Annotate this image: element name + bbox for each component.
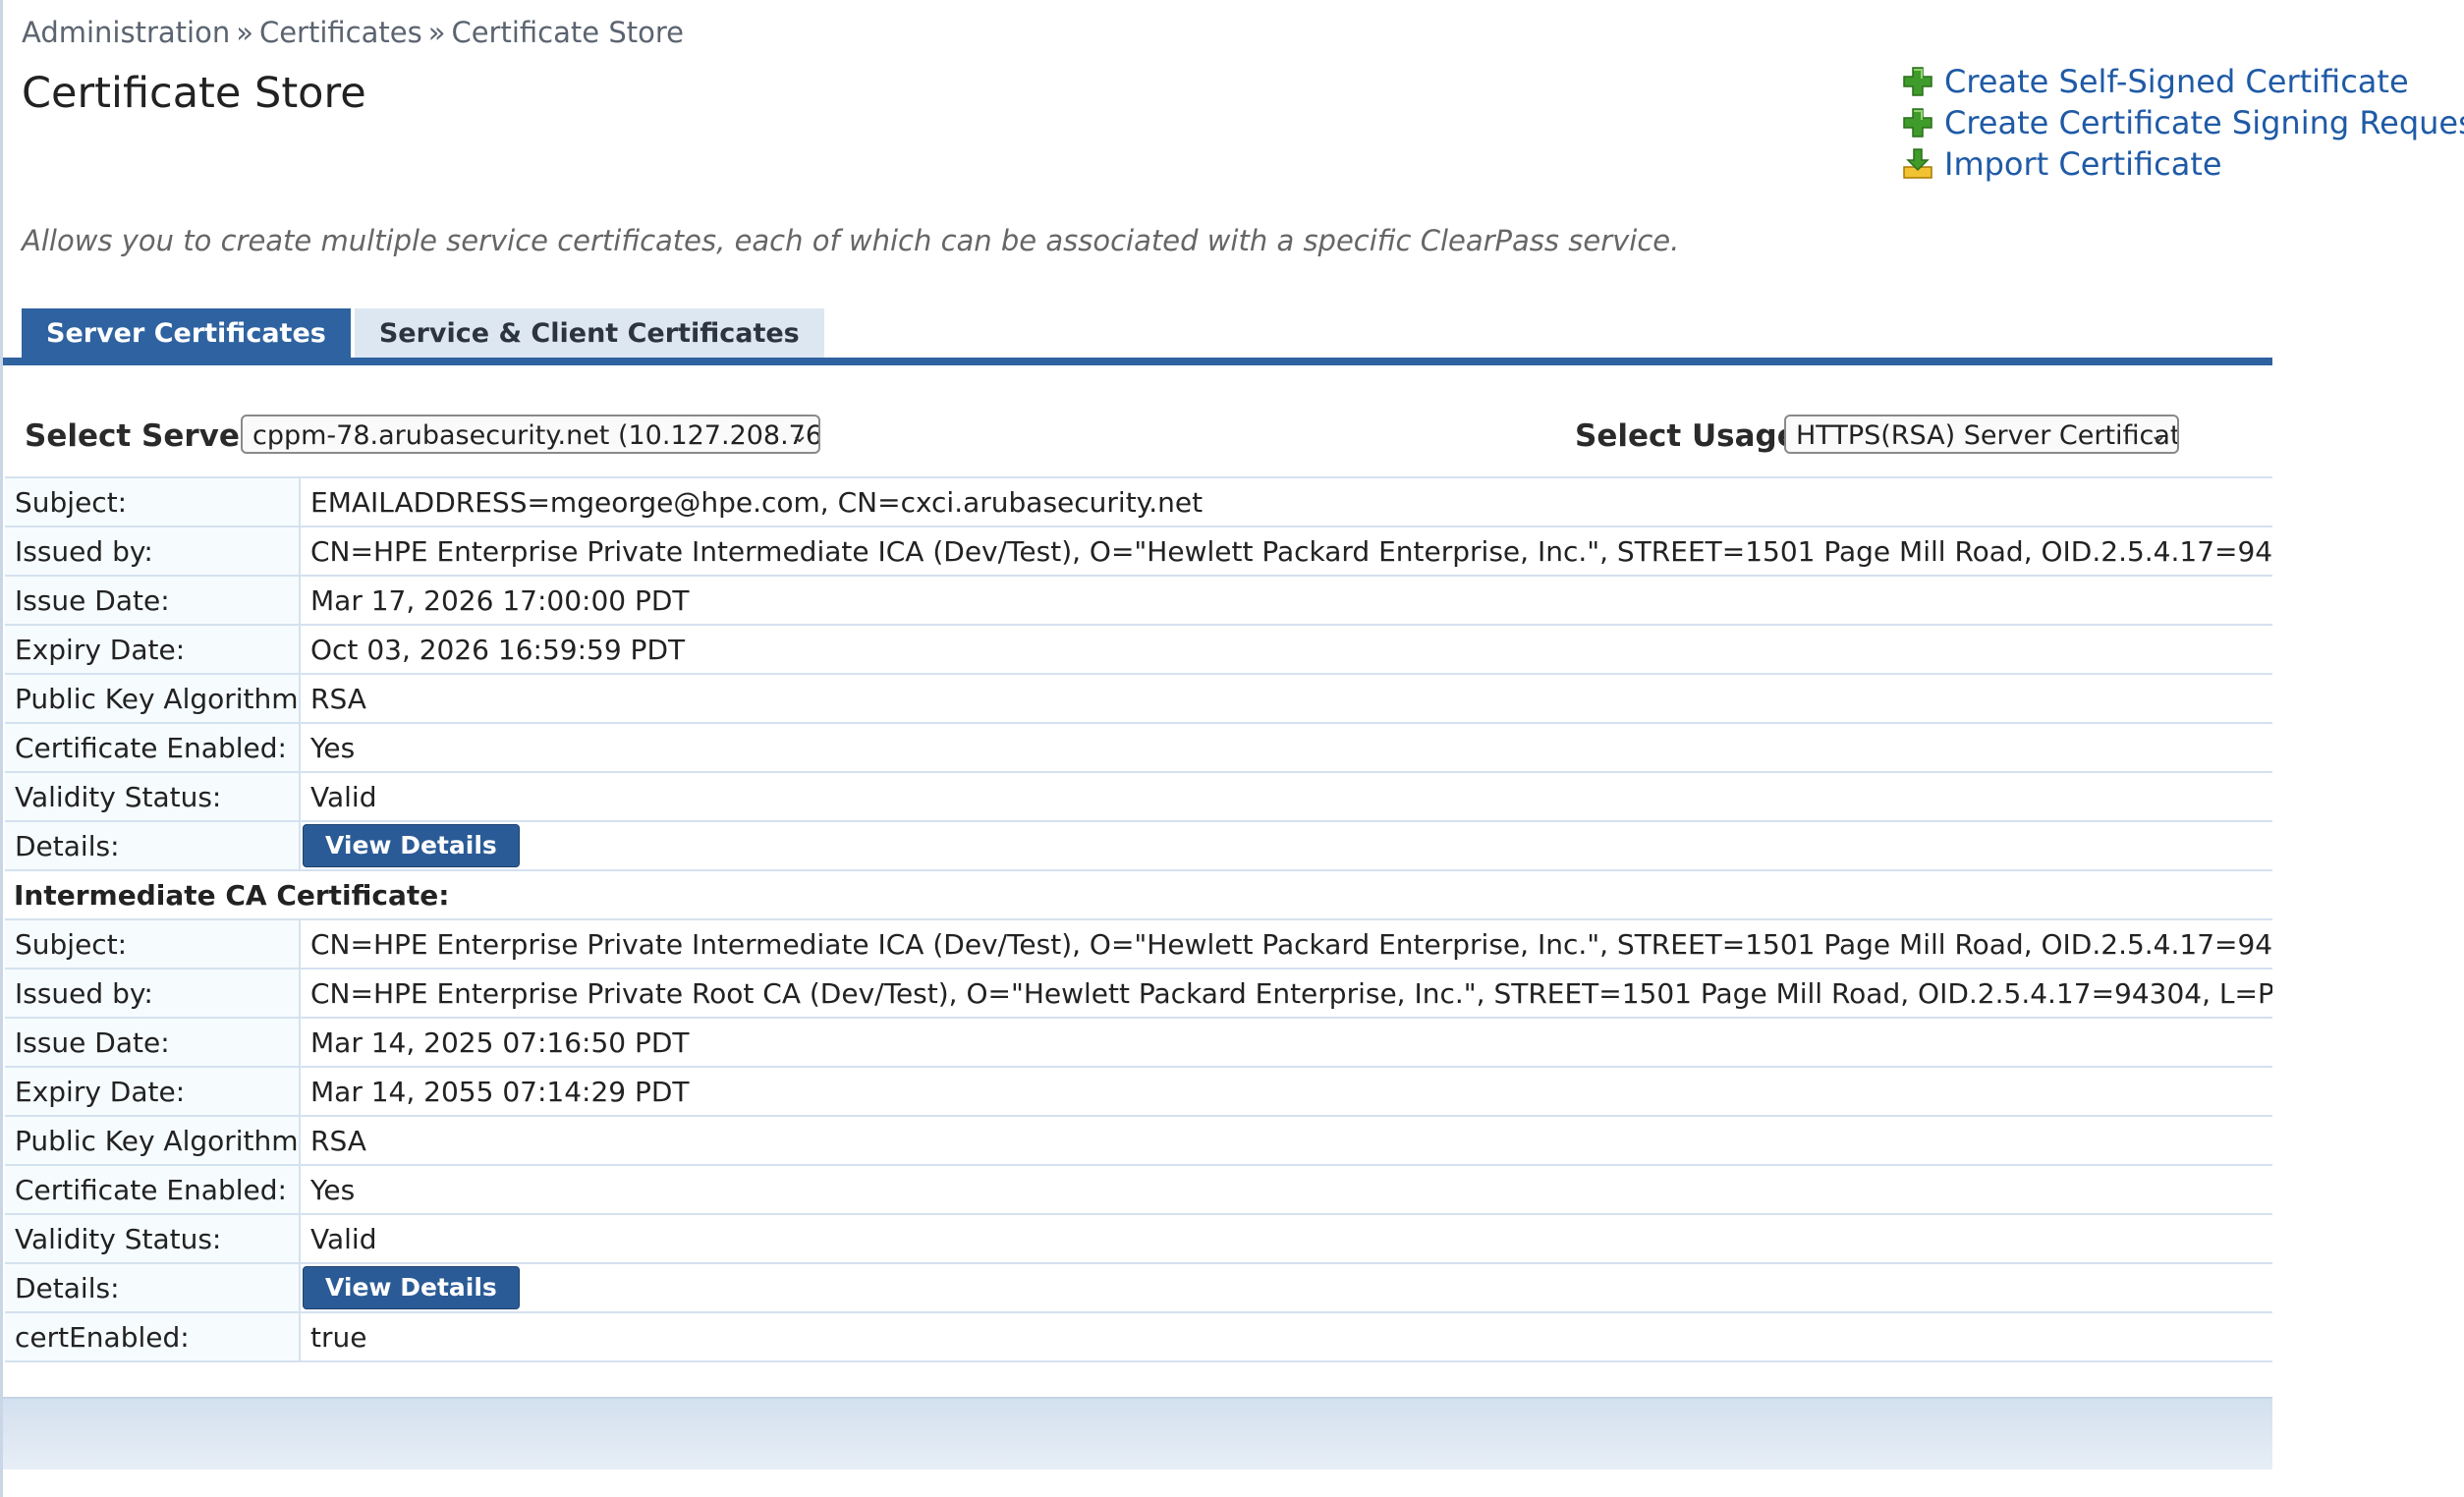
select-usage-value: HTTPS(RSA) Server Certificate <box>1796 420 2179 451</box>
table-row: Issued by: CN=HPE Enterprise Private Roo… <box>5 968 2272 1019</box>
select-server-dropdown[interactable]: cppm-78.arubasecurity.net (10.127.208.76… <box>241 415 820 454</box>
table-row: Certificate Enabled: Yes <box>5 722 2272 773</box>
table-row: Validity Status: Valid <box>5 1213 2272 1264</box>
cert-enabled-label: certEnabled: <box>5 1311 301 1362</box>
breadcrumb-separator: » <box>236 16 253 49</box>
public-key-algorithm-label: Public Key Algorithm: <box>5 673 301 724</box>
table-row: Public Key Algorithm: RSA <box>5 1115 2272 1166</box>
select-usage-label: Select Usage: <box>1575 418 1811 454</box>
validity-status-value: Valid <box>300 771 2272 822</box>
create-certificate-signing-request-link[interactable]: Create Certificate Signing Request <box>1901 102 2464 143</box>
select-usage-dropdown[interactable]: HTTPS(RSA) Server Certificate ⌄ <box>1784 415 2179 454</box>
breadcrumb-separator: » <box>427 16 446 49</box>
validity-status-value: Valid <box>300 1213 2272 1264</box>
select-server-value: cppm-78.arubasecurity.net (10.127.208.76… <box>252 420 820 451</box>
import-certificate-link[interactable]: Import Certificate <box>1901 143 2464 185</box>
create-self-signed-certificate-label: Create Self-Signed Certificate <box>1944 63 2409 100</box>
table-footer-bar <box>3 1397 2272 1469</box>
expiry-date-label: Expiry Date: <box>5 624 301 675</box>
public-key-algorithm-label: Public Key Algorithm: <box>5 1115 301 1166</box>
view-details-button[interactable]: View Details <box>303 824 520 867</box>
breadcrumb-administration[interactable]: Administration <box>22 16 230 49</box>
table-row: Details: View Details <box>5 820 2272 871</box>
create-self-signed-certificate-link[interactable]: Create Self-Signed Certificate <box>1901 61 2464 102</box>
table-row: Expiry Date: Mar 14, 2055 07:14:29 PDT <box>5 1066 2272 1117</box>
select-server-label: Select Server: <box>25 418 267 454</box>
table-row: certEnabled: true <box>5 1311 2272 1362</box>
issued-by-value: CN=HPE Enterprise Private Root CA (Dev/T… <box>300 968 2272 1019</box>
details-label: Details: <box>5 820 301 871</box>
table-row: Issue Date: Mar 14, 2025 07:16:50 PDT <box>5 1017 2272 1068</box>
expiry-date-value: Oct 03, 2026 16:59:59 PDT <box>300 624 2272 675</box>
subject-label: Subject: <box>5 476 301 527</box>
table-row: Expiry Date: Oct 03, 2026 16:59:59 PDT <box>5 624 2272 675</box>
tab-underline <box>3 358 2272 365</box>
certificate-details-table: Subject: EMAILADDRESS=mgeorge@hpe.com, C… <box>5 476 2272 1362</box>
public-key-algorithm-value: RSA <box>300 1115 2272 1166</box>
certificate-enabled-value: Yes <box>300 722 2272 773</box>
issue-date-label: Issue Date: <box>5 1017 301 1068</box>
details-cell: View Details <box>300 820 2272 871</box>
table-row: Details: View Details <box>5 1262 2272 1313</box>
breadcrumb-certificate-store: Certificate Store <box>451 16 684 49</box>
left-border <box>0 0 3 1497</box>
create-certificate-signing-request-label: Create Certificate Signing Request <box>1944 104 2464 141</box>
details-cell: View Details <box>300 1262 2272 1313</box>
green-plus-icon <box>1903 67 1932 96</box>
table-row: Subject: EMAILADDRESS=mgeorge@hpe.com, C… <box>5 476 2272 527</box>
validity-status-label: Validity Status: <box>5 1213 301 1264</box>
table-row: Subject: CN=HPE Enterprise Private Inter… <box>5 918 2272 970</box>
breadcrumb: Administration» Certificates» Certificate … <box>22 16 684 49</box>
table-row: Certificate Enabled: Yes <box>5 1164 2272 1215</box>
import-certificate-label: Import Certificate <box>1944 145 2222 183</box>
issued-by-value: CN=HPE Enterprise Private Intermediate I… <box>300 526 2272 577</box>
validity-status-label: Validity Status: <box>5 771 301 822</box>
issued-by-label: Issued by: <box>5 968 301 1019</box>
table-row: Validity Status: Valid <box>5 771 2272 822</box>
tab-service-client-certificates[interactable]: Service & Client Certificates <box>354 308 824 360</box>
certificate-enabled-label: Certificate Enabled: <box>5 1164 301 1215</box>
issue-date-value: Mar 14, 2025 07:16:50 PDT <box>300 1017 2272 1068</box>
expiry-date-label: Expiry Date: <box>5 1066 301 1117</box>
subject-value: CN=HPE Enterprise Private Intermediate I… <box>300 918 2272 970</box>
table-row: Issued by: CN=HPE Enterprise Private Int… <box>5 526 2272 577</box>
public-key-algorithm-value: RSA <box>300 673 2272 724</box>
page-description: Allows you to create multiple service ce… <box>22 224 1680 257</box>
issue-date-label: Issue Date: <box>5 575 301 626</box>
action-links: Create Self-Signed Certificate Create Ce… <box>1901 61 2464 185</box>
breadcrumb-certificates[interactable]: Certificates <box>259 16 422 49</box>
green-plus-icon <box>1903 108 1932 138</box>
page-title: Certificate Store <box>22 69 366 118</box>
import-download-icon <box>1903 148 1932 179</box>
chevron-down-icon: ⌄ <box>2149 423 2167 448</box>
expiry-date-value: Mar 14, 2055 07:14:29 PDT <box>300 1066 2272 1117</box>
table-row: Public Key Algorithm: RSA <box>5 673 2272 724</box>
tab-server-certificates[interactable]: Server Certificates <box>22 308 351 360</box>
intermediate-ca-section-title: Intermediate CA Certificate: <box>5 869 2272 920</box>
certificate-enabled-value: Yes <box>300 1164 2272 1215</box>
view-details-button[interactable]: View Details <box>303 1266 520 1309</box>
table-row: Issue Date: Mar 17, 2026 17:00:00 PDT <box>5 575 2272 626</box>
subject-label: Subject: <box>5 918 301 970</box>
details-label: Details: <box>5 1262 301 1313</box>
cert-enabled-value: true <box>300 1311 2272 1362</box>
certificate-enabled-label: Certificate Enabled: <box>5 722 301 773</box>
subject-value: EMAILADDRESS=mgeorge@hpe.com, CN=cxci.ar… <box>300 476 2272 527</box>
tab-bar: Server Certificates Service & Client Cer… <box>22 308 828 360</box>
issue-date-value: Mar 17, 2026 17:00:00 PDT <box>300 575 2272 626</box>
issued-by-label: Issued by: <box>5 526 301 577</box>
section-header-row: Intermediate CA Certificate: <box>5 869 2272 920</box>
chevron-down-icon: ⌄ <box>790 423 809 448</box>
